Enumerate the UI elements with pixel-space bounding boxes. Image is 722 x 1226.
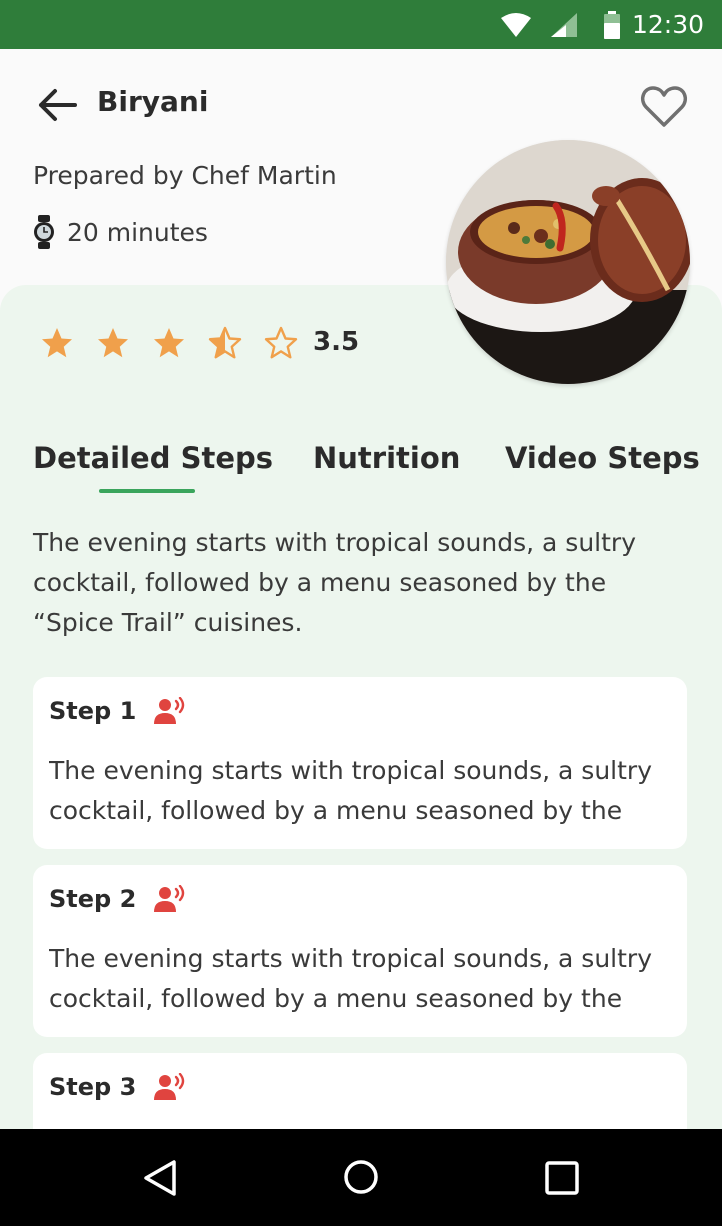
wifi-icon [501, 13, 531, 37]
step-text: The evening starts with tropical sounds,… [49, 944, 652, 1013]
speaker-icon[interactable] [154, 697, 186, 725]
dish-image [446, 140, 690, 384]
star-icon[interactable] [94, 325, 132, 361]
step-label: Step 3 [49, 1073, 137, 1101]
star-rating [38, 325, 318, 361]
step-header: Step 1 [49, 697, 186, 725]
watch-icon [34, 215, 54, 249]
star-outline-icon[interactable] [262, 325, 300, 361]
step-header: Step 2 [49, 885, 186, 913]
step-text: The evening starts with tropical sounds,… [49, 756, 652, 825]
nav-recent-icon[interactable] [542, 1158, 582, 1198]
recipe-description: The evening starts with tropical sounds,… [33, 528, 636, 637]
tab-video-steps[interactable]: Video Steps [505, 441, 700, 475]
step-card[interactable]: Step 2 The evening starts with tropical … [33, 865, 687, 1037]
step-card[interactable]: Step 1 The evening starts with tropical … [33, 677, 687, 849]
star-half-icon[interactable] [206, 325, 244, 361]
battery-icon [604, 11, 620, 39]
step-label: Step 1 [49, 697, 137, 725]
tab-detailed-steps[interactable]: Detailed Steps [33, 441, 273, 475]
page-title: Biryani [97, 85, 209, 118]
rating-value: 3.5 [313, 327, 360, 357]
step-header: Step 3 [49, 1073, 186, 1101]
heart-icon[interactable] [640, 85, 688, 129]
star-icon[interactable] [38, 325, 76, 361]
chef-name: Prepared by Chef Martin [33, 161, 337, 190]
nav-back-icon[interactable] [140, 1157, 182, 1199]
cook-time: 20 minutes [33, 215, 208, 249]
signal-icon [551, 13, 577, 37]
status-bar: 12:30 [0, 0, 722, 49]
tab-nutrition[interactable]: Nutrition [313, 441, 460, 475]
cook-time-label: 20 minutes [67, 217, 208, 247]
status-time: 12:30 [631, 10, 704, 39]
speaker-icon[interactable] [154, 1073, 186, 1101]
active-tab-indicator [99, 489, 195, 493]
back-arrow-icon[interactable] [35, 87, 77, 123]
system-nav-bar [0, 1129, 722, 1226]
step-label: Step 2 [49, 885, 137, 913]
star-icon[interactable] [150, 325, 188, 361]
nav-home-icon[interactable] [340, 1156, 382, 1198]
speaker-icon[interactable] [154, 885, 186, 913]
